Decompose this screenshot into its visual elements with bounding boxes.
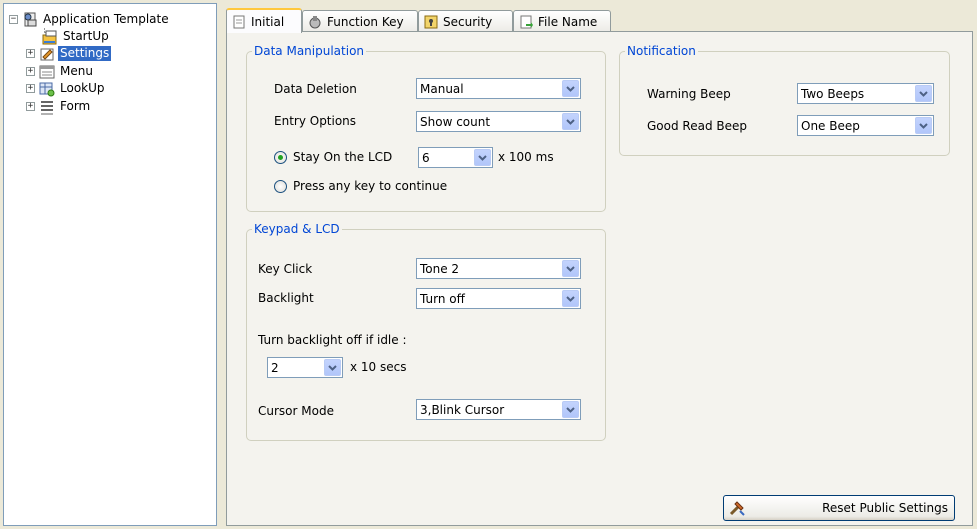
tab-label: File Name xyxy=(538,14,598,29)
tab-file-name[interactable]: File Name xyxy=(513,10,611,32)
stay-on-lcd-radio[interactable]: Stay On the LCD xyxy=(274,150,392,164)
key-click-select[interactable]: Tone 2 xyxy=(416,258,581,279)
group-title: Keypad & LCD xyxy=(254,222,340,236)
select-value: Tone 2 xyxy=(420,261,460,276)
document-icon xyxy=(232,15,246,29)
entry-options-select[interactable]: Show count xyxy=(416,111,581,132)
radio-label: Press any key to continue xyxy=(293,179,448,193)
backlight-label: Backlight xyxy=(258,291,314,305)
expand-icon[interactable]: + xyxy=(26,102,35,111)
data-deletion-label: Data Deletion xyxy=(274,82,357,96)
key-click-label: Key Click xyxy=(258,262,313,276)
button-label: Reset Public Settings xyxy=(822,501,948,515)
expand-icon[interactable]: + xyxy=(26,84,35,93)
select-value: Turn off xyxy=(420,291,465,306)
press-any-key-radio[interactable]: Press any key to continue xyxy=(274,179,447,193)
tree-root-label: Application Template xyxy=(43,12,169,26)
chevron-down-icon[interactable] xyxy=(915,85,932,102)
select-value: 6 xyxy=(422,150,430,165)
good-read-beep-select[interactable]: One Beep xyxy=(797,115,934,136)
tree-root[interactable]: − Application Template xyxy=(9,11,171,28)
expand-icon[interactable]: + xyxy=(26,67,35,76)
entry-options-label: Entry Options xyxy=(274,114,357,128)
tab-security[interactable]: Security xyxy=(418,10,513,32)
group-title: Notification xyxy=(627,44,696,58)
collapse-icon[interactable]: − xyxy=(9,15,18,24)
tab-label: Initial xyxy=(251,14,285,29)
reset-public-settings-button[interactable]: Reset Public Settings xyxy=(723,495,955,521)
idle-timeout-label: Turn backlight off if idle : xyxy=(258,333,407,347)
select-value: Two Beeps xyxy=(801,86,865,101)
chevron-down-icon[interactable] xyxy=(562,290,579,307)
radio-unchecked-icon[interactable] xyxy=(274,179,287,193)
select-value: Show count xyxy=(420,114,491,129)
group-title: Data Manipulation xyxy=(254,44,365,58)
stay-unit-label: x 100 ms xyxy=(498,150,554,164)
tree-item-lookup[interactable]: + LookUp xyxy=(26,80,107,97)
settings-tree[interactable]: − Application Template StartUp + Setting… xyxy=(3,3,217,526)
tab-label: Security xyxy=(443,14,493,29)
tree-item-label: Menu xyxy=(60,64,93,78)
reset-tools-icon xyxy=(728,499,746,517)
select-value: 3,Blink Cursor xyxy=(420,402,505,417)
tab-page-initial: Data Manipulation Data Deletion Manual E… xyxy=(226,31,973,526)
chevron-down-icon[interactable] xyxy=(562,80,579,97)
menu-icon xyxy=(39,64,55,80)
tab-function-key[interactable]: Function Key xyxy=(302,10,418,32)
tree-item-label: LookUp xyxy=(60,81,105,95)
startup-icon xyxy=(42,29,58,45)
application-icon xyxy=(22,12,38,28)
tree-item-startup[interactable]: StartUp xyxy=(42,28,111,45)
data-deletion-select[interactable]: Manual xyxy=(416,78,581,99)
radio-checked-icon[interactable] xyxy=(274,150,287,164)
select-value: 2 xyxy=(271,360,279,375)
stay-duration-select[interactable]: 6 xyxy=(418,147,493,168)
warning-beep-label: Warning Beep xyxy=(647,87,731,101)
chevron-down-icon[interactable] xyxy=(562,113,579,130)
chevron-down-icon[interactable] xyxy=(474,149,491,166)
chevron-down-icon[interactable] xyxy=(324,359,341,376)
file-icon xyxy=(519,15,533,29)
security-icon xyxy=(424,15,438,29)
tree-item-label: StartUp xyxy=(63,29,109,43)
idle-timeout-select[interactable]: 2 xyxy=(267,357,343,378)
cursor-mode-label: Cursor Mode xyxy=(258,404,334,418)
tree-item-form[interactable]: + Form xyxy=(26,98,92,115)
idle-unit-label: x 10 secs xyxy=(350,360,407,374)
select-value: Manual xyxy=(420,81,464,96)
select-value: One Beep xyxy=(801,118,860,133)
chevron-down-icon[interactable] xyxy=(562,260,579,277)
radio-label: Stay On the LCD xyxy=(293,150,393,164)
tree-item-menu[interactable]: + Menu xyxy=(26,63,95,80)
function-key-icon xyxy=(308,15,322,29)
tree-item-settings[interactable]: + Settings xyxy=(26,45,112,62)
expand-icon[interactable]: + xyxy=(26,49,35,58)
cursor-mode-select[interactable]: 3,Blink Cursor xyxy=(416,399,581,420)
chevron-down-icon[interactable] xyxy=(562,401,579,418)
lookup-icon xyxy=(39,81,55,97)
tree-item-label: Settings xyxy=(58,46,112,61)
tab-label: Function Key xyxy=(327,14,404,29)
backlight-select[interactable]: Turn off xyxy=(416,288,581,309)
settings-icon xyxy=(39,46,55,62)
form-icon xyxy=(39,99,55,115)
tab-initial[interactable]: Initial xyxy=(226,8,302,33)
warning-beep-select[interactable]: Two Beeps xyxy=(797,83,934,104)
tree-item-label: Form xyxy=(60,99,91,113)
chevron-down-icon[interactable] xyxy=(915,117,932,134)
good-read-beep-label: Good Read Beep xyxy=(647,119,747,133)
